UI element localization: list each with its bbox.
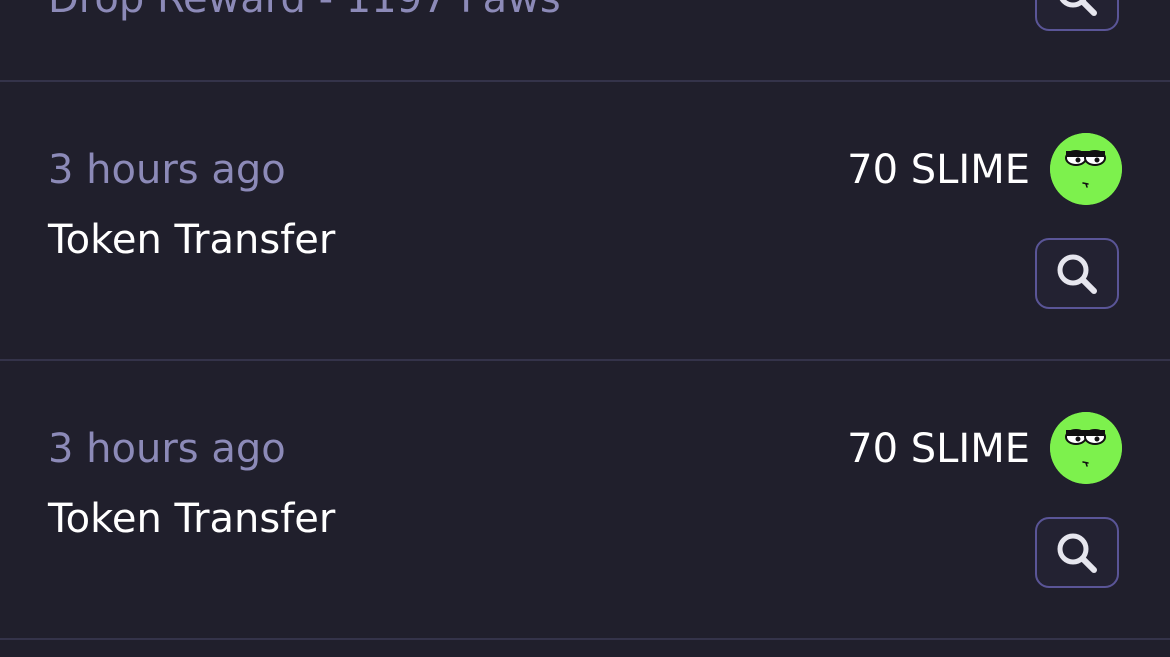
view-transaction-button[interactable] [1035, 238, 1119, 309]
slime-token-icon [1050, 133, 1122, 205]
transaction-history-screen: Drop Reward - 1197 Paws 3 hours ago Toke… [0, 0, 1170, 657]
view-transaction-button[interactable] [1035, 517, 1119, 588]
transaction-row-partial: Drop Reward - 1197 Paws [0, 0, 1170, 80]
transaction-amount: 70 SLIME [847, 426, 1030, 472]
view-transaction-button[interactable] [1035, 0, 1119, 31]
row-divider [0, 638, 1170, 640]
transaction-time: 3 hours ago [48, 426, 286, 472]
slime-token-icon [1050, 412, 1122, 484]
transaction-amount: 70 SLIME [847, 147, 1030, 193]
transaction-type: Token Transfer [48, 496, 336, 542]
transaction-time: 3 hours ago [48, 147, 286, 193]
search-icon [1060, 0, 1097, 16]
search-icon [1057, 254, 1097, 294]
transaction-row[interactable]: 3 hours ago Token Transfer 70 SLIME [0, 82, 1170, 359]
transaction-title: Drop Reward - 1197 Paws [48, 0, 561, 22]
transaction-row[interactable]: 3 hours ago Token Transfer 70 SLIME [0, 361, 1170, 638]
transaction-type: Token Transfer [48, 217, 336, 263]
search-icon [1057, 533, 1097, 573]
